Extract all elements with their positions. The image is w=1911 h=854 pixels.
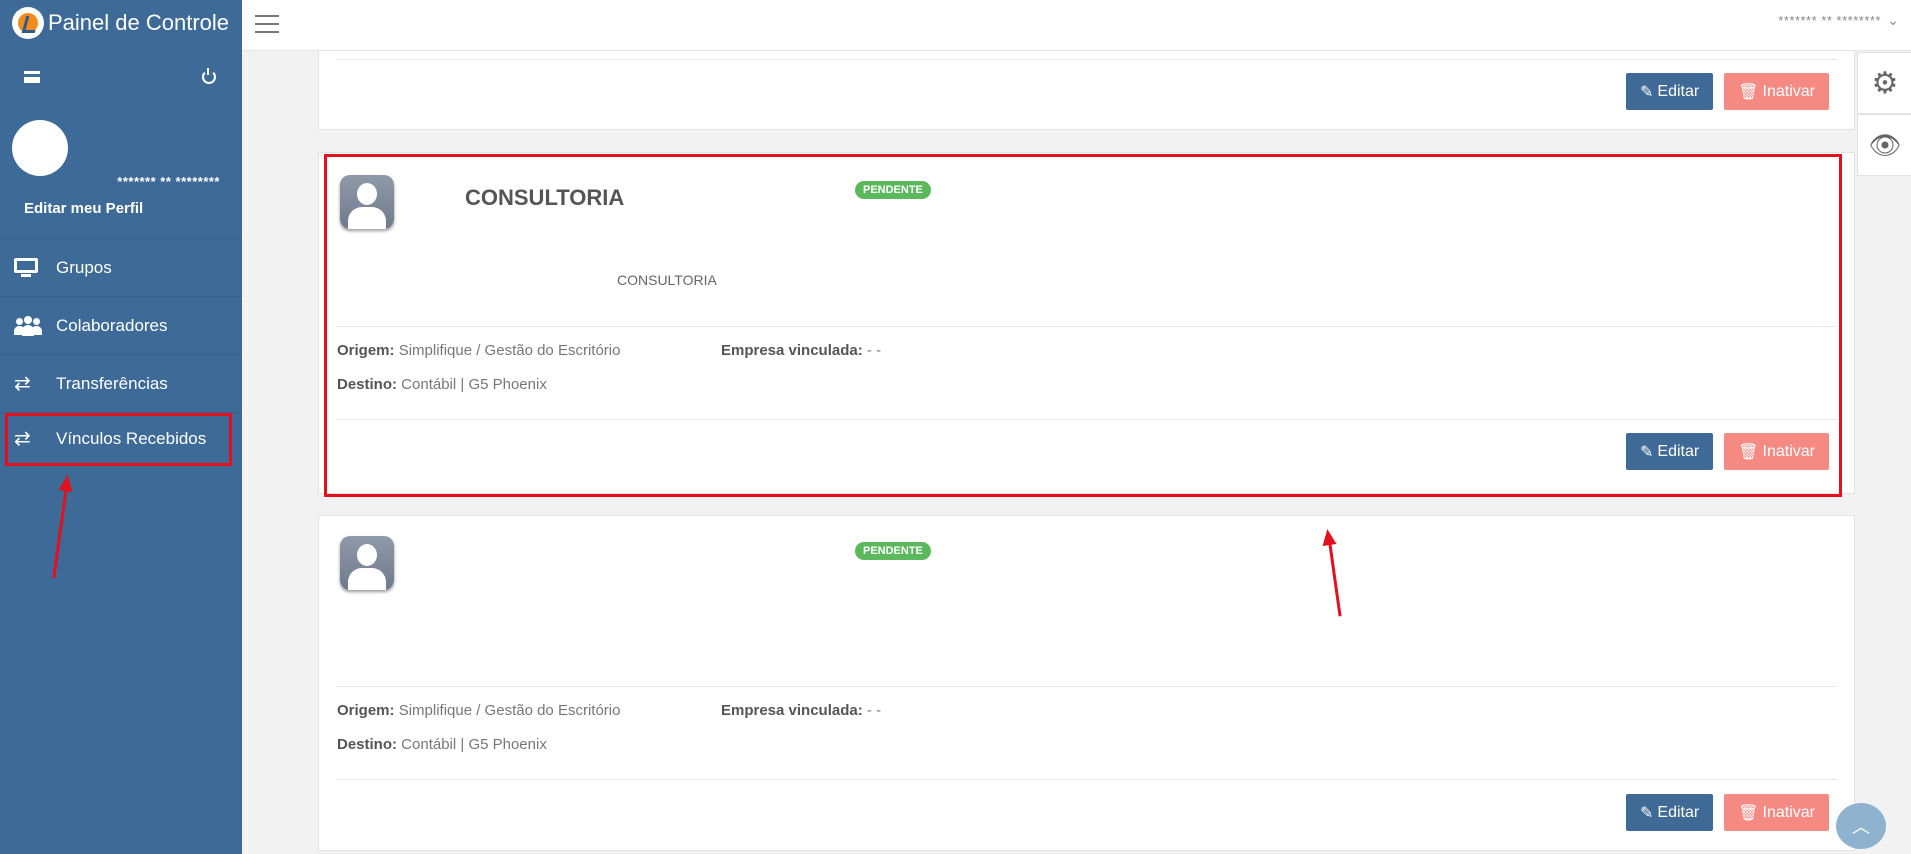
- card-title: CONSULTORIA: [465, 185, 625, 210]
- sidebar-tools: [0, 46, 242, 108]
- link-card: PENDENTE Origem: Simplifique / Gestão do…: [318, 515, 1855, 851]
- transfer-icon: ⇄: [14, 372, 31, 395]
- sidebar-item-colaboradores[interactable]: Colaboradores: [0, 297, 242, 355]
- sidebar-item-label: Vínculos Recebidos: [56, 429, 207, 448]
- edit-button[interactable]: ✎ Editar: [1626, 433, 1714, 470]
- divider: [337, 59, 1836, 60]
- card-actions: ✎ Editar 🗑 Inativar: [1626, 794, 1829, 831]
- sidebar-item-vinculos-recebidos[interactable]: ⇄ Vínculos Recebidos: [5, 413, 232, 466]
- brand[interactable]: Painel de Controle: [0, 0, 242, 46]
- origem: Origem: Simplifique / Gestão do Escritór…: [337, 702, 621, 719]
- topbar: ******* ** ******** ⌄: [242, 0, 1911, 51]
- avatar: [12, 120, 68, 176]
- link-card: ✎ Editar 🗑 Inativar: [318, 50, 1855, 130]
- menu-icon[interactable]: [24, 71, 40, 83]
- trash-icon: 🗑: [1738, 443, 1759, 461]
- empresa-vinculada: Empresa vinculada: - -: [721, 342, 882, 359]
- eye-icon[interactable]: 👁: [1857, 114, 1911, 176]
- inactivate-button[interactable]: 🗑 Inativar: [1724, 794, 1829, 831]
- profile-name: ******* ** ********: [117, 174, 220, 189]
- destino: Destino: Contábil | G5 Phoenix: [337, 736, 547, 753]
- avatar: [340, 536, 394, 590]
- floating-tools: ⚙ 👁: [1857, 52, 1911, 176]
- avatar: [340, 175, 394, 229]
- divider: [337, 686, 1836, 687]
- profile: ******* ** ******** Editar meu Perfil: [0, 108, 242, 239]
- users-icon: [14, 315, 42, 336]
- inactivate-button[interactable]: 🗑 Inativar: [1724, 73, 1829, 110]
- status-badge: PENDENTE: [855, 181, 931, 199]
- brand-title: Painel de Controle: [48, 10, 230, 35]
- sidebar-item-grupos[interactable]: Grupos: [0, 239, 242, 297]
- sidebar-item-transferencias[interactable]: ⇄ Transferências: [0, 355, 242, 413]
- empresa-vinculada: Empresa vinculada: - -: [721, 702, 882, 719]
- power-icon[interactable]: [202, 68, 216, 84]
- destino: Destino: Contábil | G5 Phoenix: [337, 376, 547, 393]
- divider: [337, 779, 1836, 780]
- divider: [337, 326, 1836, 327]
- link-card: CONSULTORIA PENDENTE CONSULTORIA Origem:…: [318, 152, 1855, 494]
- origem: Origem: Simplifique / Gestão do Escritór…: [337, 342, 621, 359]
- inactivate-button[interactable]: 🗑 Inativar: [1724, 433, 1829, 470]
- logo-icon: [12, 7, 44, 39]
- edit-button[interactable]: ✎ Editar: [1626, 794, 1714, 831]
- pencil-icon: ✎: [1640, 83, 1654, 101]
- pencil-icon: ✎: [1640, 443, 1654, 461]
- pencil-icon: ✎: [1640, 804, 1654, 822]
- edit-button[interactable]: ✎ Editar: [1626, 73, 1714, 110]
- sidebar: Painel de Controle ******* ** ******** E…: [0, 0, 242, 854]
- card-description: CONSULTORIA: [617, 272, 717, 288]
- sidebar-item-label: Transferências: [56, 373, 168, 393]
- scroll-top-button[interactable]: ︿: [1836, 803, 1886, 849]
- card-actions: ✎ Editar 🗑 Inativar: [1626, 73, 1829, 110]
- trash-icon: 🗑: [1738, 804, 1759, 822]
- sidebar-item-label: Colaboradores: [56, 315, 168, 335]
- divider: [337, 419, 1836, 420]
- edit-profile-link[interactable]: Editar meu Perfil: [24, 200, 143, 217]
- trash-icon: 🗑: [1738, 83, 1759, 101]
- monitor-icon: [14, 257, 42, 278]
- chevron-up-icon: ︿: [1852, 817, 1870, 837]
- status-badge: PENDENTE: [855, 542, 931, 560]
- user-menu[interactable]: ******* ** ********: [1778, 13, 1881, 28]
- sidebar-item-label: Grupos: [56, 257, 112, 277]
- chevron-down-icon[interactable]: ⌄: [1887, 12, 1899, 29]
- card-actions: ✎ Editar 🗑 Inativar: [1626, 433, 1829, 470]
- menu-icon[interactable]: [255, 15, 279, 33]
- transfer-icon: ⇄: [14, 428, 31, 450]
- gear-icon[interactable]: ⚙: [1857, 52, 1911, 114]
